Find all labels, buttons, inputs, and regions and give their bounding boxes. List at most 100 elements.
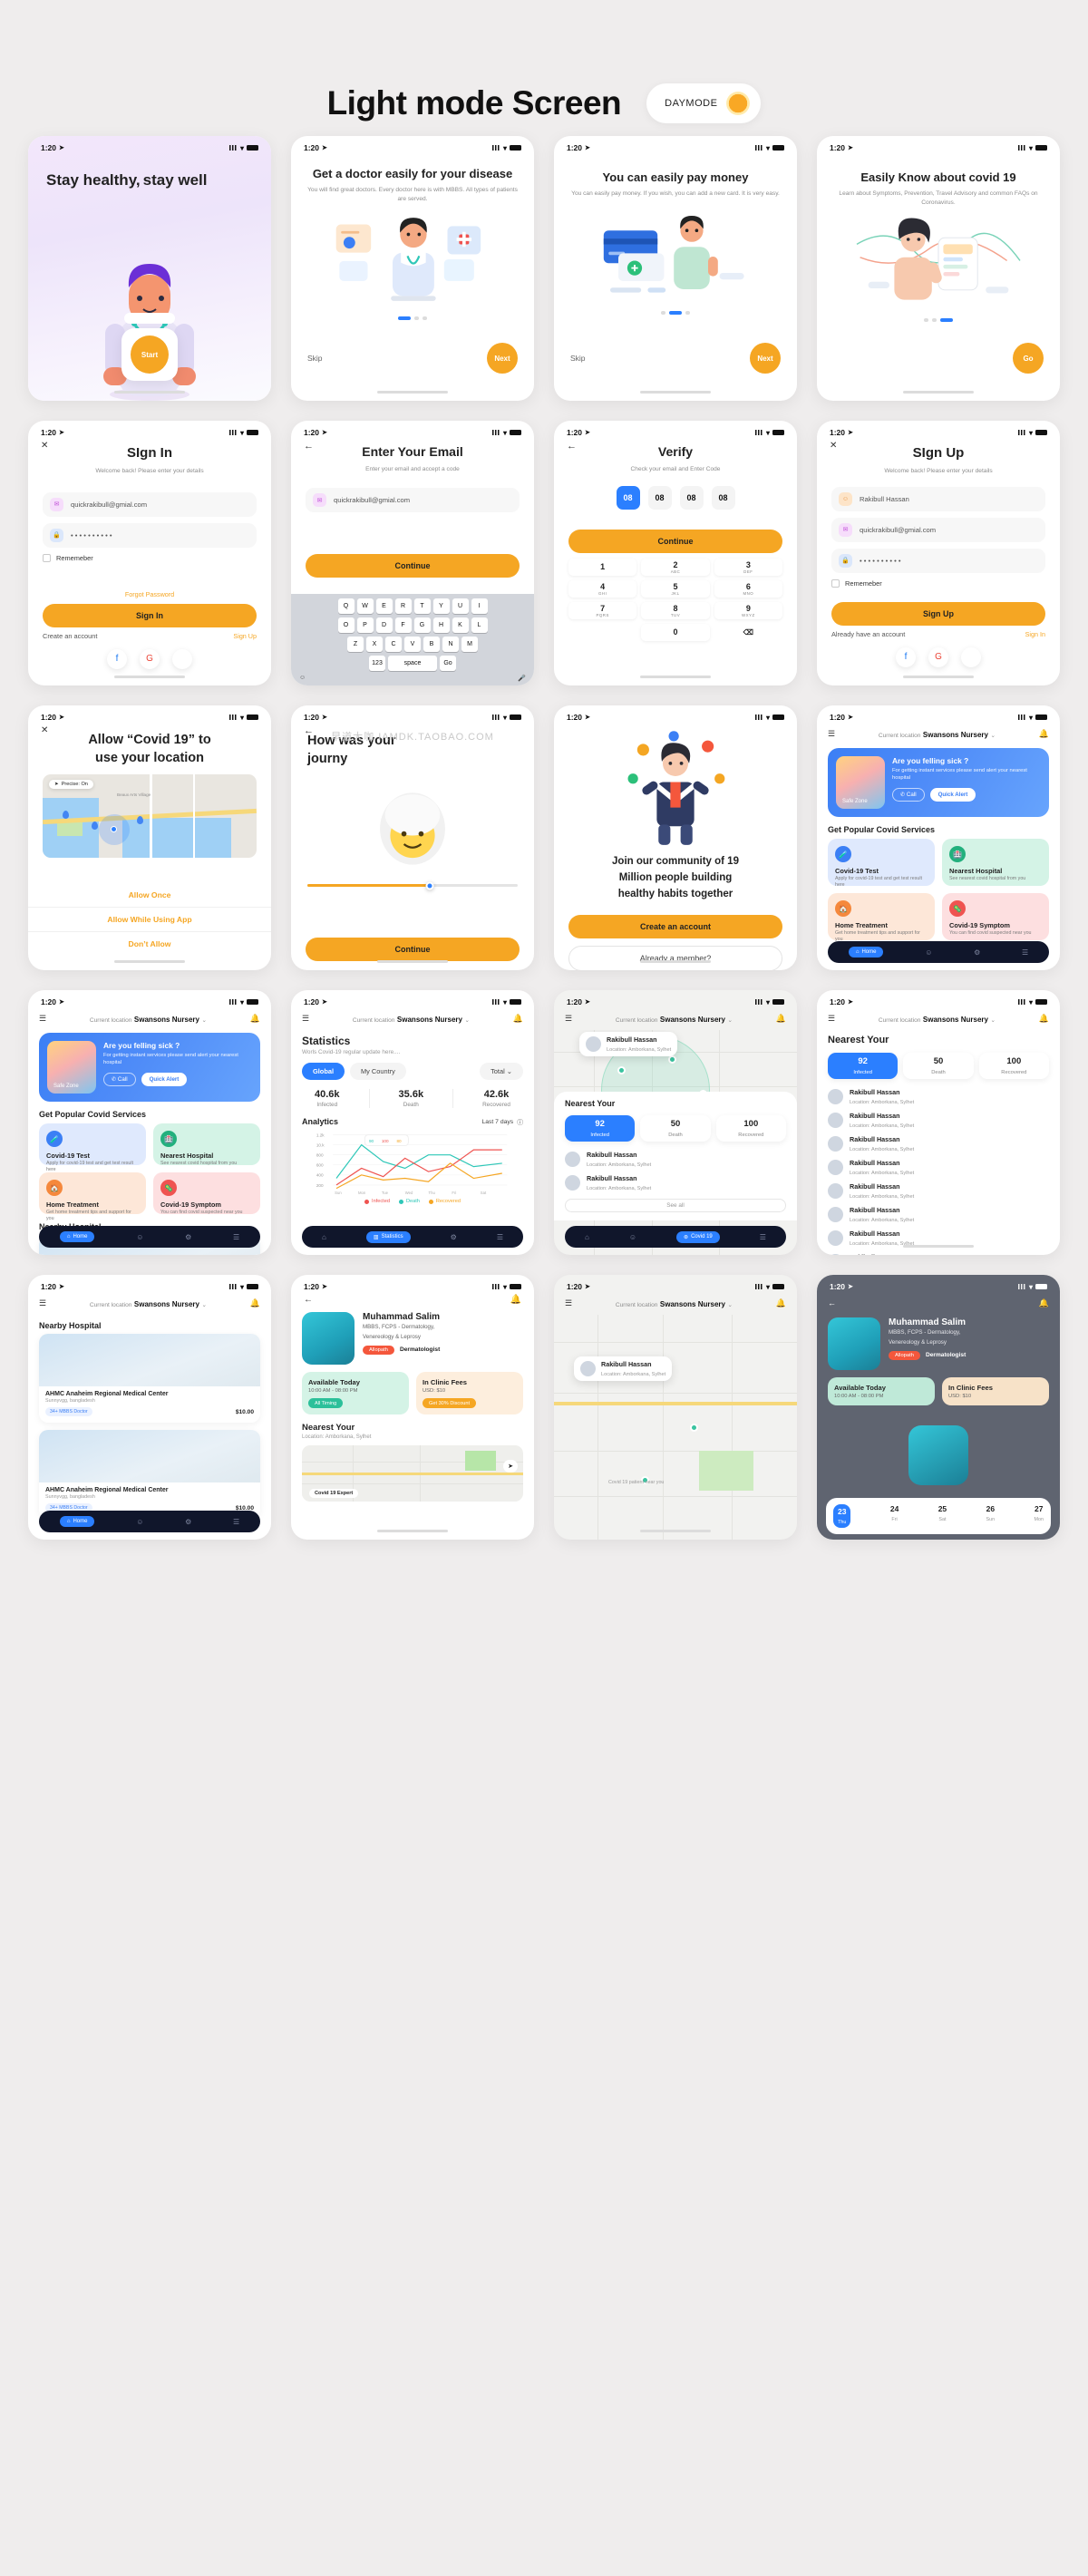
allow-once-button[interactable]: Allow Once xyxy=(28,883,271,907)
menu-icon[interactable]: ☰ xyxy=(302,1014,309,1024)
list-item[interactable]: Rakibull Hassan Location: Amborkana, Syl… xyxy=(565,1171,786,1194)
date-26[interactable]: 26 Sun xyxy=(986,1504,996,1528)
key-h[interactable]: H xyxy=(432,617,450,633)
otp-digit-2[interactable]: 08 xyxy=(647,486,672,510)
tab-home[interactable]: ⌂ xyxy=(585,1233,589,1241)
call-button[interactable]: ✆ Call xyxy=(892,787,925,802)
key-g[interactable]: G xyxy=(413,617,431,633)
filter-total-dropdown[interactable]: Total ⌄ xyxy=(480,1063,523,1080)
numkey-4[interactable]: 4 GHI xyxy=(568,580,637,598)
tab-settings[interactable]: ⚙ xyxy=(185,1233,191,1241)
bottom-tabbar[interactable]: ⌂ Home ☺ ⚙ ☰ xyxy=(828,941,1049,963)
key-l[interactable]: L xyxy=(471,617,488,633)
screen-location[interactable]: 1:20 ➤ ▾ ✕ Allow “Covid 19” to use your l… xyxy=(28,705,271,970)
doctor-map[interactable]: ➤ Covid 19 Expert xyxy=(302,1445,523,1502)
remember-checkbox[interactable] xyxy=(43,553,51,562)
bell-icon[interactable]: 🔔 xyxy=(250,1298,260,1308)
next-button[interactable]: Next xyxy=(487,343,518,374)
skip-button[interactable]: Skip xyxy=(570,354,586,363)
fees-card[interactable]: In Clinic Fees USD: $10 xyxy=(942,1377,1049,1405)
list-item[interactable]: Rakibull HassanLocation: Amborkana, Sylh… xyxy=(828,1179,1049,1202)
dont-allow-button[interactable]: Don’t Allow xyxy=(28,931,271,956)
screen-dark-doctor[interactable]: 1:20 ➤ ▾ ← 🔔 Muhammad Salim MBBS, FCPS - … xyxy=(817,1275,1060,1540)
location-name[interactable]: Swansons Nursery xyxy=(134,1300,199,1308)
page-dot-3[interactable] xyxy=(940,318,953,323)
list-item[interactable]: Rakibull HassanLocation: Amborkana, Sylh… xyxy=(828,1202,1049,1226)
bottom-tabbar[interactable]: ⌂ ☺ ⊛ Covid 19 ☰ xyxy=(565,1226,786,1248)
location-name[interactable]: Swansons Nursery xyxy=(134,1016,199,1024)
list-item[interactable]: Rakibull HassanLocation: Amborkana, Sylh… xyxy=(828,1249,1049,1255)
key-b[interactable]: B xyxy=(423,637,440,652)
screen-home-full[interactable]: 1:20 ➤ ▾ ☰ Current location Swansons Nurs… xyxy=(28,990,271,1255)
page-dot-2[interactable] xyxy=(932,318,937,323)
chevron-down-icon[interactable]: ⌄ xyxy=(990,733,996,739)
key-f[interactable]: F xyxy=(394,617,412,633)
screen-signin[interactable]: 1:20 ➤ ▾ ✕ SIgn In Welcome back! Please e… xyxy=(28,421,271,685)
tab-statistics[interactable]: ▥ Statistics xyxy=(365,1230,411,1243)
location-name[interactable]: Swansons Nursery xyxy=(660,1016,725,1024)
screen-onboard3[interactable]: 1:20 ➤ ▾ Easily Know about covid 19 Learn… xyxy=(817,136,1060,401)
mic-icon[interactable]: 🎤 xyxy=(518,675,526,682)
chip-death[interactable]: 50 Death xyxy=(640,1115,711,1142)
backspace-icon[interactable]: ⌫ xyxy=(714,624,782,641)
tab-settings[interactable]: ⚙ xyxy=(185,1518,191,1526)
map-person-card[interactable]: Rakibull Hassan Location: Amborkana, Syl… xyxy=(579,1032,678,1056)
password-field[interactable]: 🔒 • • • • • • • • • • xyxy=(831,548,1045,573)
available-card[interactable]: Available Today 10:00 AM - 08:00 PM All … xyxy=(302,1372,409,1414)
tab-profile[interactable]: ☰ xyxy=(233,1518,239,1526)
service-covid-test[interactable]: 🧪 Covid-19 Test Apply for covid-19 test … xyxy=(39,1123,146,1172)
screen-journey[interactable]: 1:20 ➤ ▾ ← How was your journy 早道大咖 IAMDK… xyxy=(291,705,534,970)
remember-row[interactable]: Rememeber xyxy=(43,553,257,562)
date-picker[interactable]: 23 Thu 24 Fri 25 Sat 26 Sun 27 Mon xyxy=(826,1498,1051,1534)
tab-covid[interactable]: ⊛ Covid 19 xyxy=(676,1230,720,1243)
emoji-icon[interactable]: ☺ xyxy=(299,675,306,682)
signup-button[interactable]: Sign Up xyxy=(831,601,1045,626)
numeric-keypad[interactable]: 1 2 ABC 3 DEF 4 GHI 5 JKL 6 MNO 7 PQRS 8 TUV 9W… xyxy=(554,553,797,646)
tab-chat[interactable]: ☺ xyxy=(925,948,932,957)
bottom-tabbar[interactable]: ⌂ ▥ Statistics ⚙ ☰ xyxy=(302,1226,523,1248)
chip-infected[interactable]: 92 Infected xyxy=(565,1115,636,1142)
service-covid-test[interactable]: 🧪 Covid-19 Test Apply for covid-19 test … xyxy=(828,839,935,888)
key-i[interactable]: I xyxy=(471,598,488,614)
chevron-down-icon[interactable]: ⌄ xyxy=(201,1017,207,1024)
screen-enter-email[interactable]: 1:20 ➤ ▾ ← Enter Your Email Enter your em… xyxy=(291,421,534,685)
numkey-9[interactable]: 9 WXYZ xyxy=(714,602,782,620)
chevron-down-icon[interactable]: ⌄ xyxy=(990,1017,996,1024)
key-n[interactable]: N xyxy=(442,637,459,652)
list-item[interactable]: Rakibull HassanLocation: Amborkana, Sylh… xyxy=(828,1084,1049,1108)
page-dot-3[interactable] xyxy=(685,311,690,316)
signin-link[interactable]: Sign In xyxy=(1025,630,1045,638)
tab-chat[interactable]: ☺ xyxy=(136,1518,143,1526)
next-button[interactable]: Next xyxy=(750,343,781,374)
chip-death[interactable]: 50 Death xyxy=(903,1053,974,1079)
signup-link[interactable]: Sign Up xyxy=(233,632,257,640)
list-item[interactable]: Rakibull Hassan Location: Amborkana, Syl… xyxy=(565,1147,786,1171)
hospital-card[interactable]: AHMC Anaheim Regional Medical Center Sun… xyxy=(39,1430,260,1519)
facebook-icon[interactable]: f xyxy=(107,648,127,669)
see-all-button[interactable]: See all xyxy=(565,1199,786,1212)
numkey-6[interactable]: 6 MNO xyxy=(714,580,782,598)
sick-alert-banner[interactable]: Are you felling sick ? For getting insta… xyxy=(39,1033,260,1102)
numkey-1[interactable]: 1 xyxy=(568,559,637,577)
quick-alert-button[interactable]: Quick Alert xyxy=(141,1072,188,1086)
password-field[interactable]: 🔒 • • • • • • • • • • xyxy=(43,522,257,548)
tab-chat[interactable]: ☺ xyxy=(629,1233,636,1241)
menu-icon[interactable]: ☰ xyxy=(39,1298,46,1308)
tab-home[interactable]: ⌂ Home xyxy=(59,1516,95,1527)
page-dot-2[interactable] xyxy=(414,316,419,321)
remember-checkbox[interactable] xyxy=(831,578,840,588)
tab-profile[interactable]: ☰ xyxy=(1022,948,1028,957)
chip-infected[interactable]: 92 Infected xyxy=(828,1053,899,1079)
key-o[interactable]: O xyxy=(337,617,355,633)
otp-digit-4[interactable]: 08 xyxy=(711,486,735,510)
page-dot-1[interactable] xyxy=(661,311,665,316)
apple-icon[interactable] xyxy=(172,648,192,669)
date-23[interactable]: 23 Thu xyxy=(833,1504,851,1528)
slider-knob[interactable] xyxy=(425,881,434,890)
remember-row[interactable]: Rememeber xyxy=(831,578,1045,588)
key-q[interactable]: Q xyxy=(337,598,355,614)
key-c[interactable]: C xyxy=(385,637,402,652)
key-t[interactable]: T xyxy=(413,598,431,614)
screen-onboard2[interactable]: 1:20 ➤ ▾ You can easily pay money You can… xyxy=(554,136,797,401)
key-numbers[interactable]: 123 xyxy=(369,656,385,671)
